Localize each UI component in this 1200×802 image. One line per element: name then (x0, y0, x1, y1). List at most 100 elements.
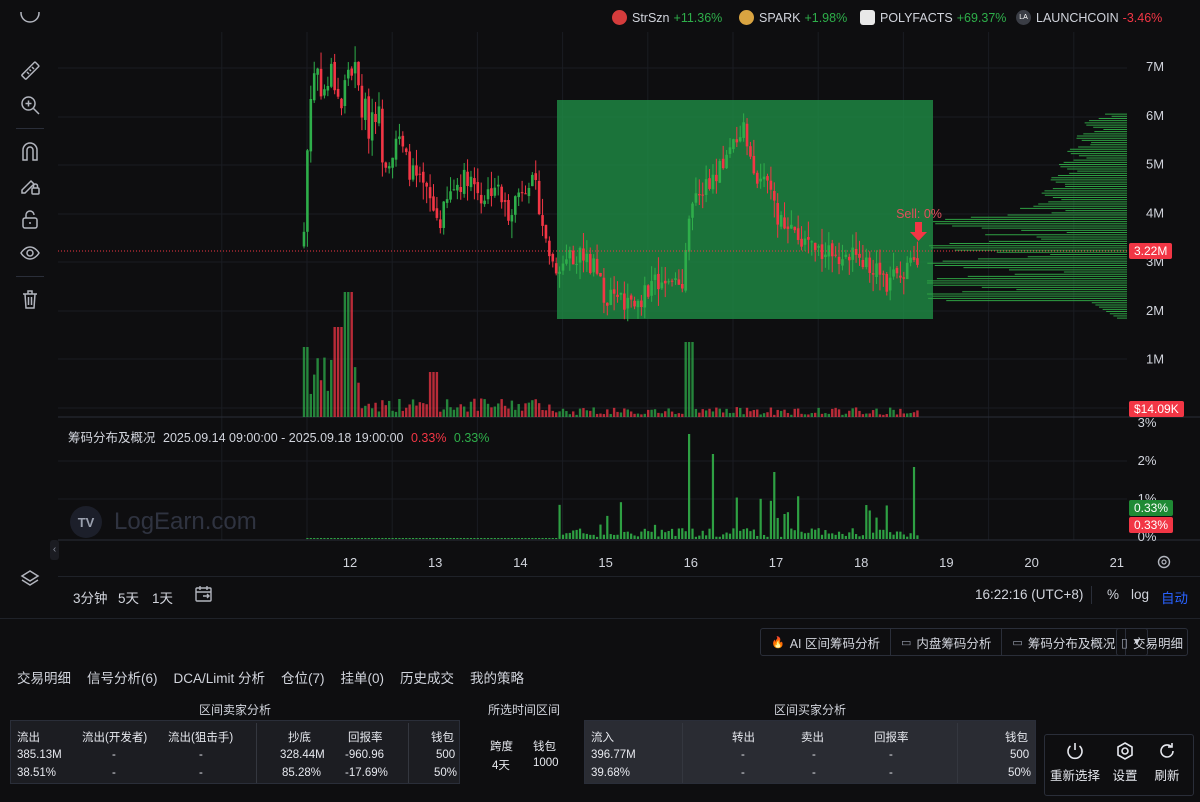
candle (721, 158, 725, 169)
reselect-button[interactable]: 重新选择 (1045, 741, 1105, 784)
indicator-bar (360, 538, 364, 539)
candle (554, 263, 558, 274)
candle (588, 253, 592, 273)
volume-bar (633, 413, 636, 417)
trade-detail-button[interactable]: ▯ 交易明细 (1116, 628, 1188, 656)
sell-panel-title: 区间卖家分析 (198, 703, 271, 717)
date-range-icon[interactable] (194, 585, 214, 606)
indicator-bar (565, 533, 568, 539)
volume-bar (578, 408, 582, 417)
candle (452, 189, 456, 191)
indicator-bar (790, 528, 793, 539)
tab-orders[interactable]: 挂单(0) (341, 667, 385, 687)
volume-bar (660, 413, 664, 417)
indicator-bar (381, 538, 384, 539)
candle (513, 196, 517, 215)
volume-bar (868, 413, 871, 417)
tab-signal[interactable]: 信号分析(6) (87, 667, 158, 687)
volume-bar (466, 411, 469, 417)
interval-3min[interactable]: 3分钟 (73, 587, 108, 607)
sell-panel: 流出 流出(开发者) 流出(狙击手) 抄底 回报率 钱包 385.13M - -… (10, 720, 460, 784)
candle (878, 262, 882, 275)
percent-toggle[interactable]: % (1107, 587, 1119, 602)
candle (616, 294, 619, 297)
candle (381, 108, 384, 163)
volume-bar (684, 342, 687, 417)
indicator-bar (473, 538, 476, 539)
indicator-bar (739, 530, 742, 539)
candle (520, 192, 524, 194)
candle (728, 147, 732, 154)
price-chart[interactable]: 7M6M5M4M3M2M1M 3%2%1%0% 12 13 14 15 16 17 18 19… (0, 0, 1200, 576)
volume-bar (837, 409, 841, 417)
volume-bar (531, 400, 534, 417)
y-axis-label: 6M (1146, 108, 1164, 123)
candle (916, 258, 919, 265)
candle (769, 180, 773, 190)
distribution-button[interactable]: ▭ 筹码分布及概况 (1002, 629, 1127, 655)
candle (309, 98, 313, 152)
volume-bar (858, 410, 861, 417)
volume-bar (490, 407, 493, 417)
indicator-tag-green: 0.33% (1129, 500, 1174, 516)
collapse-toolbar-button[interactable]: ‹ (50, 540, 59, 560)
interval-5d[interactable]: 5天 (118, 587, 139, 607)
indicator-bar (854, 534, 858, 539)
candle (892, 269, 895, 277)
indicator-bar (592, 534, 595, 539)
candle (905, 262, 909, 280)
inner-analysis-button[interactable]: ▭ 内盘筹码分析 (891, 629, 1003, 655)
candle (708, 178, 711, 189)
settings-button[interactable]: 设置 (1101, 741, 1149, 784)
volume-bar (721, 412, 725, 417)
indicator-bar (657, 536, 660, 539)
volume-bar (507, 408, 510, 417)
tab-dca[interactable]: DCA/Limit 分析 (174, 667, 266, 687)
indicator-bar (313, 538, 316, 539)
indicator-bar (323, 538, 326, 539)
candle (524, 193, 527, 195)
interval-1d[interactable]: 1天 (152, 587, 173, 607)
indicator-bar (411, 538, 415, 539)
indicator-bar (810, 528, 813, 539)
volume-bar (807, 414, 810, 417)
indicator-bar (640, 531, 643, 539)
indicator-bar (534, 538, 537, 539)
indicator-bar (674, 535, 677, 539)
time-header: 钱包 (533, 741, 556, 753)
indicator-bar (330, 538, 333, 539)
candle (384, 162, 388, 168)
indicator-bar (841, 533, 844, 539)
indicator-bar (698, 535, 701, 539)
volume-bar (483, 399, 486, 417)
candle (790, 224, 793, 229)
buy-header: 钱包 (1005, 732, 1028, 744)
candle (534, 173, 538, 181)
indicator-bar (336, 538, 340, 539)
tab-trade-detail[interactable]: 交易明细 (17, 667, 71, 687)
candle (503, 200, 507, 202)
indicator-bar (398, 538, 401, 539)
indicator-bars (306, 434, 919, 539)
log-toggle[interactable]: log (1131, 587, 1149, 602)
candle (776, 203, 780, 225)
volume-bar (561, 408, 565, 417)
auto-toggle[interactable]: 自动 (1161, 587, 1188, 607)
candle (837, 256, 841, 265)
y-axis-label: 4M (1146, 205, 1164, 220)
volume-bar (480, 398, 483, 417)
ai-analysis-button[interactable]: 🔥 AI 区间筹码分析 (761, 629, 891, 655)
tab-positions[interactable]: 仓位(7) (281, 667, 325, 687)
candle (336, 88, 340, 97)
tab-strategy[interactable]: 我的策略 (470, 667, 524, 687)
volume-bar (309, 393, 313, 417)
volume-bar (456, 407, 459, 417)
candle (796, 228, 800, 240)
refresh-button[interactable]: 刷新 (1143, 741, 1191, 784)
tab-history[interactable]: 历史成交 (400, 667, 454, 687)
analysis-actions: 🔥 AI 区间筹码分析 ▭ 内盘筹码分析 ▭ 筹码分布及概况 ▼ (760, 628, 1149, 656)
clock-time[interactable]: 16:22:16 (UTC+8) (975, 587, 1083, 602)
indicator-bar (578, 528, 582, 539)
candle (810, 241, 814, 243)
volume-bar (793, 408, 796, 417)
